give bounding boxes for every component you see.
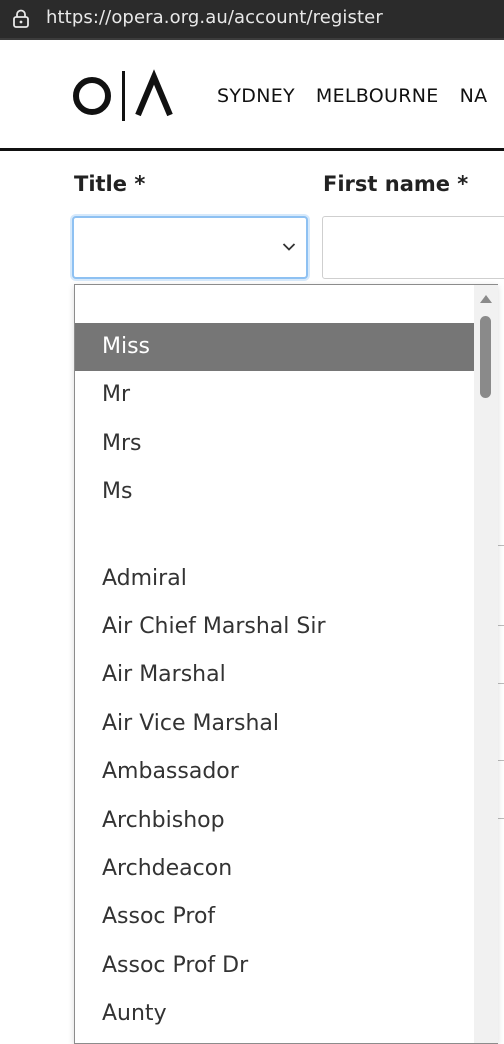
first-name-input[interactable] bbox=[322, 216, 504, 279]
lock-icon[interactable] bbox=[11, 9, 31, 29]
option-mrs[interactable]: Mrs bbox=[75, 420, 498, 468]
url-text[interactable]: https://opera.org.au/account/register bbox=[46, 7, 383, 28]
nav-link-melbourne[interactable]: MELBOURNE bbox=[316, 85, 439, 107]
option-archbishop[interactable]: Archbishop bbox=[75, 797, 498, 845]
option-ms[interactable]: Ms bbox=[75, 468, 498, 516]
listbox-scrollbar[interactable] bbox=[474, 285, 498, 1043]
nav-link-national[interactable]: NA bbox=[460, 85, 488, 107]
option-miss[interactable]: Miss bbox=[75, 323, 474, 372]
background-divider bbox=[497, 545, 504, 546]
scroll-up-arrow-icon[interactable] bbox=[480, 295, 492, 303]
option-air-vice-marshal[interactable]: Air Vice Marshal bbox=[75, 700, 498, 748]
title-select[interactable] bbox=[72, 216, 308, 279]
title-options-listbox[interactable]: Miss Mr Mrs Ms Admiral Air Chief Marshal… bbox=[74, 284, 498, 1044]
option-admiral[interactable]: Admiral bbox=[75, 555, 498, 603]
option-aunty[interactable]: Aunty bbox=[75, 990, 498, 1038]
background-divider bbox=[497, 818, 504, 819]
first-name-label: First name * bbox=[323, 172, 469, 196]
option-air-marshal[interactable]: Air Marshal bbox=[75, 651, 498, 699]
listbox-blank-option[interactable] bbox=[75, 285, 498, 323]
option-separator[interactable] bbox=[75, 517, 498, 555]
option-assoc-prof[interactable]: Assoc Prof bbox=[75, 893, 498, 941]
option-archdeacon[interactable]: Archdeacon bbox=[75, 845, 498, 893]
title-label: Title * bbox=[74, 172, 146, 196]
browser-url-bar: https://opera.org.au/account/register bbox=[0, 0, 504, 40]
option-mr[interactable]: Mr bbox=[75, 371, 498, 419]
nav-link-sydney[interactable]: SYDNEY bbox=[217, 85, 295, 107]
option-assoc-prof-dr[interactable]: Assoc Prof Dr bbox=[75, 942, 498, 990]
main-nav: SYDNEY MELBOURNE NA bbox=[217, 85, 487, 107]
background-divider bbox=[497, 760, 504, 761]
site-header: SYDNEY MELBOURNE NA bbox=[0, 47, 504, 151]
opera-australia-logo[interactable] bbox=[72, 69, 176, 123]
background-divider bbox=[497, 683, 504, 684]
address-field[interactable]: https://opera.org.au/account/register bbox=[0, 0, 504, 38]
background-divider bbox=[497, 625, 504, 626]
chevron-down-icon bbox=[282, 243, 296, 251]
option-air-chief-marshal-sir[interactable]: Air Chief Marshal Sir bbox=[75, 603, 498, 651]
option-ambassador[interactable]: Ambassador bbox=[75, 748, 498, 796]
scrollbar-thumb[interactable] bbox=[480, 316, 491, 398]
